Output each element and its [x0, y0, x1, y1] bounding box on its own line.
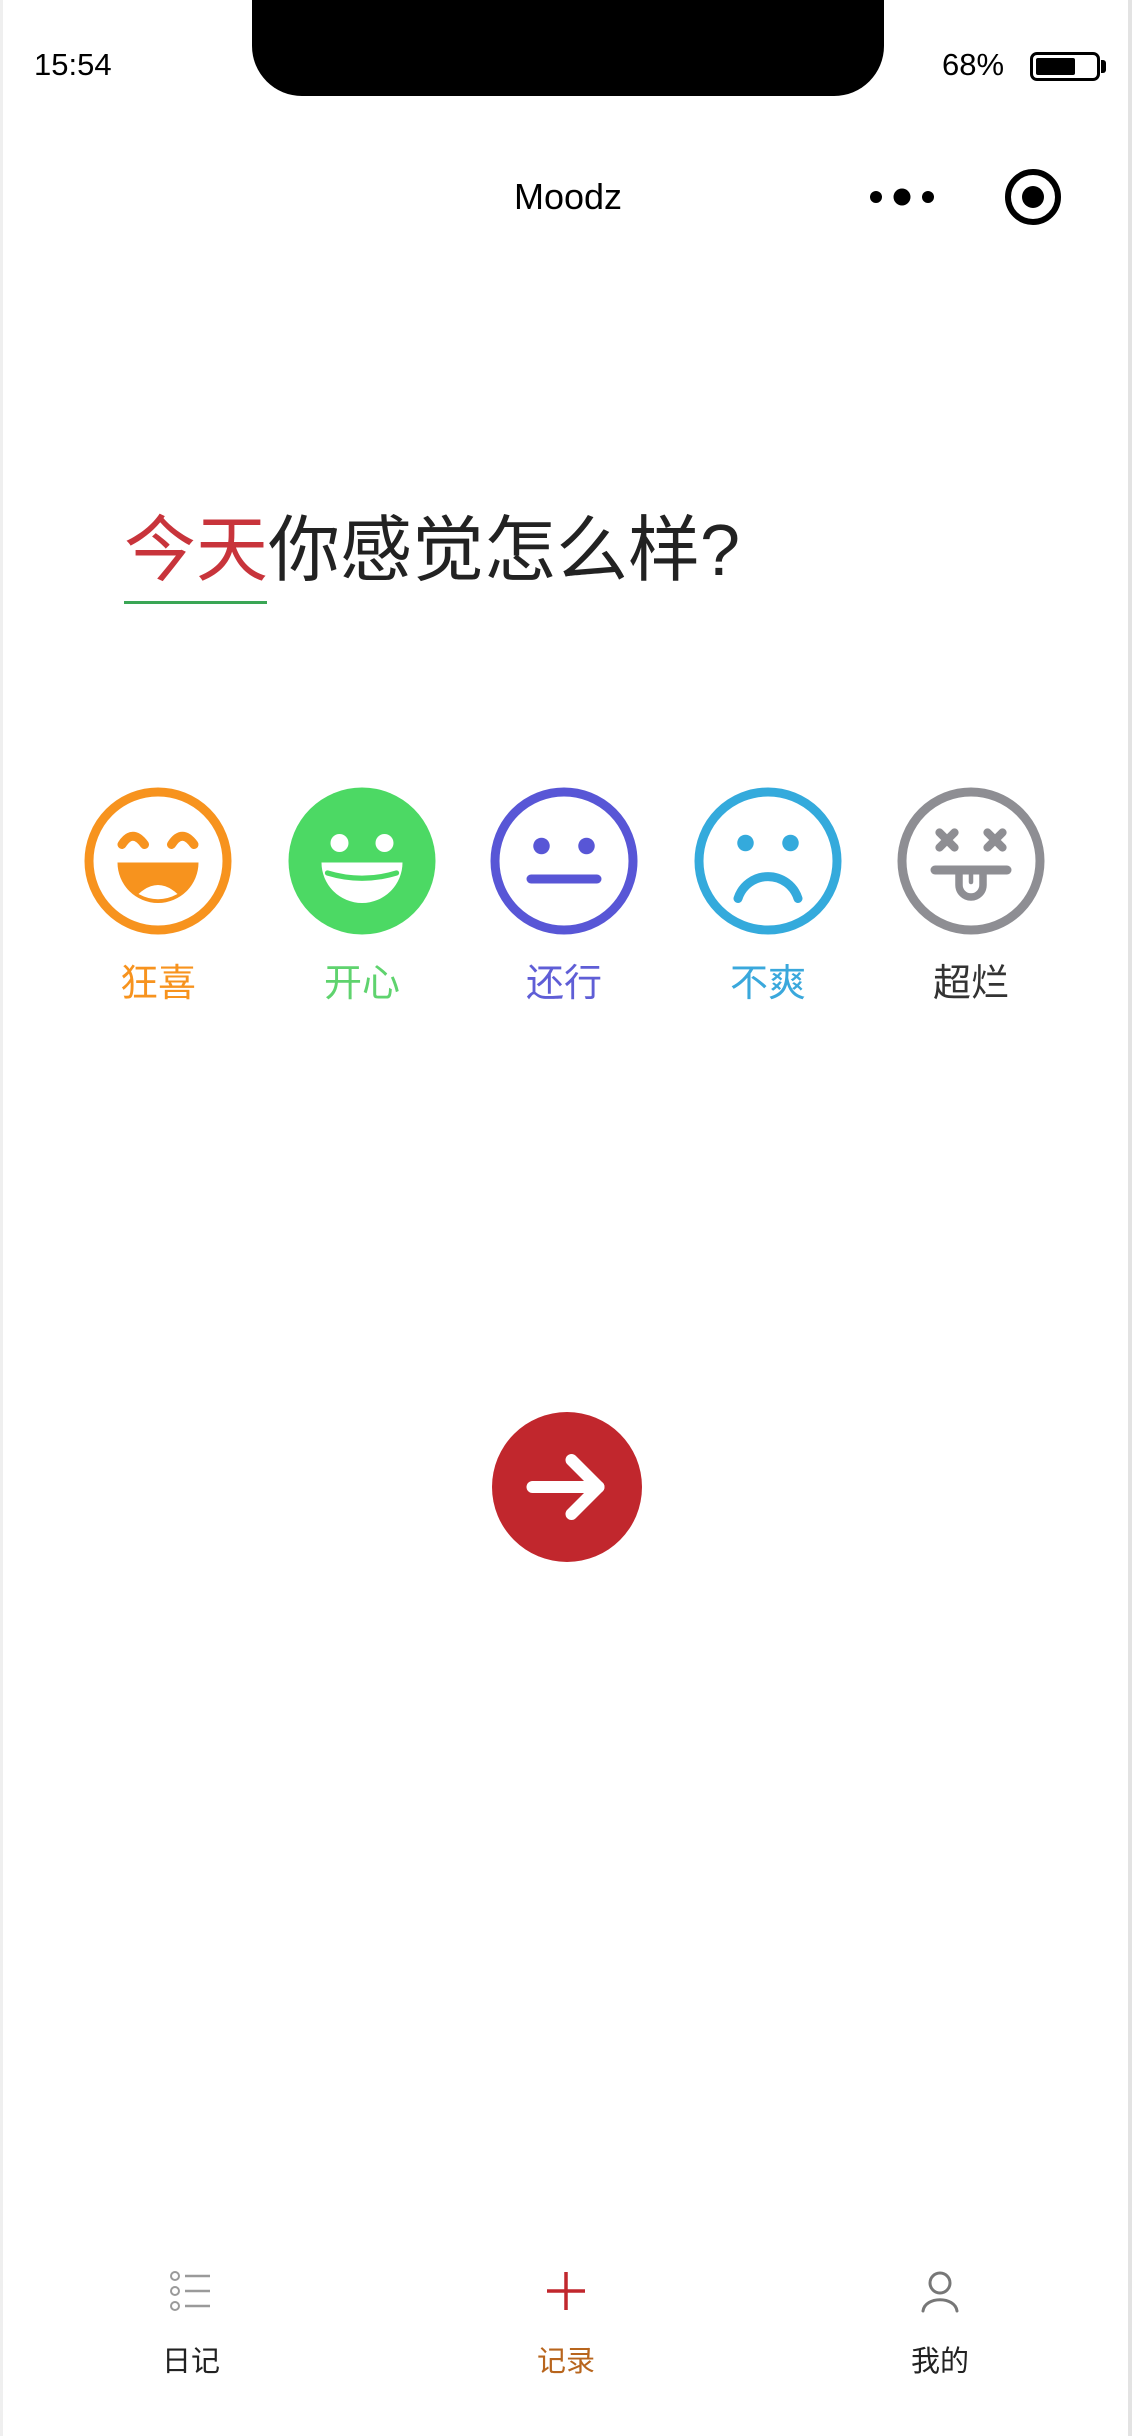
battery-percentage: 68% — [942, 47, 1005, 82]
mood-label: 不爽 — [729, 963, 806, 1005]
battery-level-fill — [1036, 58, 1076, 75]
tab-label: 记录 — [536, 2346, 595, 2378]
tab-profile[interactable]: 我的 — [840, 2268, 1040, 2382]
frame-edge-right — [1128, 0, 1132, 2436]
plus-icon — [547, 2272, 585, 2310]
tab-record[interactable]: 记录 — [466, 2268, 666, 2382]
mobile-screen: 15:54 68% Moodz 今天你感觉怎么样? 狂喜 开心 还行 不爽 超烂… — [0, 0, 1136, 2436]
more-dots-icon — [870, 188, 934, 206]
battery-icon — [1030, 52, 1100, 81]
list-icon — [170, 2271, 210, 2311]
mood-label: 狂喜 — [119, 963, 196, 1005]
question-highlight: 今天 — [124, 511, 269, 591]
sad-face-icon — [694, 787, 842, 935]
frame-edge-left — [0, 0, 3, 2436]
target-icon — [1005, 169, 1061, 225]
mood-question: 今天你感觉怎么样? — [124, 510, 740, 592]
status-time: 15:54 — [34, 47, 112, 82]
tab-diary[interactable]: 日记 — [91, 2268, 291, 2382]
more-menu-button[interactable] — [864, 180, 940, 214]
dead-face-icon — [897, 787, 1045, 935]
mood-option-happy[interactable]: 开心 — [272, 786, 452, 1006]
tab-label: 日记 — [161, 2346, 220, 2378]
mood-label: 超烂 — [932, 963, 1009, 1005]
mood-label: 还行 — [525, 963, 602, 1005]
page-title: Moodz — [513, 176, 623, 217]
mood-option-sad[interactable]: 不爽 — [678, 786, 858, 1006]
tab-label: 我的 — [910, 2346, 969, 2378]
mood-option-neutral[interactable]: 还行 — [474, 786, 654, 1006]
battery-terminal — [1101, 60, 1106, 73]
next-button[interactable] — [492, 1412, 642, 1562]
mood-label: 开心 — [323, 963, 400, 1005]
mood-option-awful[interactable]: 超烂 — [881, 786, 1061, 1006]
mood-option-ecstatic[interactable]: 狂喜 — [68, 786, 248, 1006]
close-miniprogram-button[interactable] — [1002, 166, 1064, 228]
arrow-right-icon — [492, 1412, 642, 1562]
question-text: 你感觉怎么样? — [268, 511, 741, 591]
neutral-face-icon — [490, 787, 638, 935]
device-notch — [252, 0, 884, 96]
ecstatic-face-icon — [84, 787, 232, 935]
person-icon — [921, 2271, 959, 2313]
highlight-underline — [124, 601, 267, 604]
happy-face-icon — [288, 787, 436, 935]
